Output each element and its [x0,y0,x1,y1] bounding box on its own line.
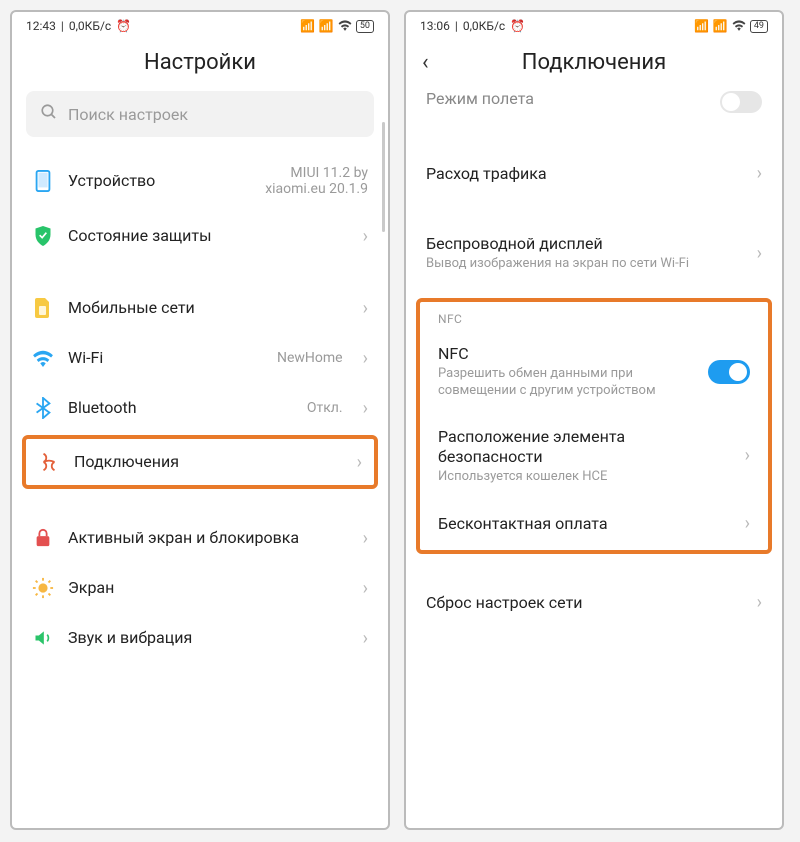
status-time: 13:06 [420,19,450,33]
connections-icon [38,451,60,473]
nfc-row[interactable]: NFC Разрешить обмен данными при совмещен… [422,330,766,413]
page-title: Настройки [12,36,388,91]
secure-element-row[interactable]: Расположение элемента безопасности Испол… [422,413,766,499]
signal-icon: 📶 [300,19,315,33]
chevron-right-icon: › [757,243,762,264]
nfc-toggle[interactable] [708,360,750,384]
search-icon [40,103,58,125]
status-bar: 13:06 | 0,0КБ/с ⏰ 📶 📶 49 [406,12,782,36]
airplane-toggle[interactable] [720,91,762,113]
back-button[interactable]: ‹ [422,50,429,75]
search-input[interactable]: Поиск настроек [26,91,374,137]
signal-icon: 📶 [319,19,334,33]
chevron-right-icon: › [757,592,762,613]
page-title: ‹ Подключения [406,36,782,91]
settings-list: Устройство MIUI 11.2 by xiaomi.eu 20.1.9… [12,151,388,828]
chevron-right-icon: › [745,445,750,466]
alarm-icon: ⏰ [510,19,525,33]
airplane-row[interactable]: Режим полета [410,91,778,127]
battery-icon: 49 [750,20,768,33]
chevron-right-icon: › [363,528,368,549]
traffic-row[interactable]: Расход трафика › [410,149,778,198]
connections-screen: 13:06 | 0,0КБ/с ⏰ 📶 📶 49 ‹ Подключения Р… [404,10,784,830]
mobile-row[interactable]: Мобильные сети › [16,283,384,333]
battery-icon: 50 [356,20,374,33]
cast-row[interactable]: Беспроводной дисплей Вывод изображения н… [410,220,778,286]
search-placeholder: Поиск настроек [68,105,188,124]
signal-icon: 📶 [713,19,728,33]
status-data: 0,0КБ/с [69,19,111,33]
brightness-icon [32,577,54,599]
chevron-right-icon: › [757,163,762,184]
lockscreen-row[interactable]: Активный экран и блокировка › [16,513,384,563]
chevron-right-icon: › [363,578,368,599]
lock-icon [32,527,54,549]
bluetooth-row[interactable]: Bluetooth Откл. › [16,383,384,433]
chevron-right-icon: › [363,226,368,247]
alarm-icon: ⏰ [116,19,131,33]
connections-highlight: Подключения › [22,435,378,489]
chevron-right-icon: › [357,452,362,473]
device-version: MIUI 11.2 by xiaomi.eu 20.1.9 [248,165,368,197]
reset-row[interactable]: Сброс настроек сети › [410,578,778,627]
connections-list: Режим полета Расход трафика › Беспроводн… [406,91,782,828]
shield-icon [32,225,54,247]
bluetooth-icon [32,397,54,419]
tap-pay-row[interactable]: Бесконтактная оплата › [422,499,766,548]
chevron-right-icon: › [363,348,368,369]
nfc-highlight: NFC NFC Разрешить обмен данными при совм… [416,298,772,554]
wifi-icon [732,19,746,34]
sound-row[interactable]: Звук и вибрация › [16,613,384,663]
sim-icon [32,297,54,319]
chevron-right-icon: › [363,298,368,319]
status-bar: 12:43 | 0,0КБ/с ⏰ 📶 📶 50 [12,12,388,36]
wifi-row[interactable]: Wi-Fi NewHome › [16,333,384,383]
nfc-section-header: NFC [422,306,766,330]
chevron-right-icon: › [363,398,368,419]
settings-screen: 12:43 | 0,0КБ/с ⏰ 📶 📶 50 Настройки Поиск… [10,10,390,830]
device-row[interactable]: Устройство MIUI 11.2 by xiaomi.eu 20.1.9 [16,151,384,211]
connections-row[interactable]: Подключения › [26,439,374,485]
status-time: 12:43 [26,19,56,33]
status-data: 0,0КБ/с [463,19,505,33]
security-row[interactable]: Состояние защиты › [16,211,384,261]
device-icon [32,170,54,192]
signal-icon: 📶 [694,19,709,33]
wifi-icon [338,19,352,34]
wifi-icon [32,347,54,369]
display-row[interactable]: Экран › [16,563,384,613]
chevron-right-icon: › [363,628,368,649]
chevron-right-icon: › [745,513,750,534]
sound-icon [32,627,54,649]
